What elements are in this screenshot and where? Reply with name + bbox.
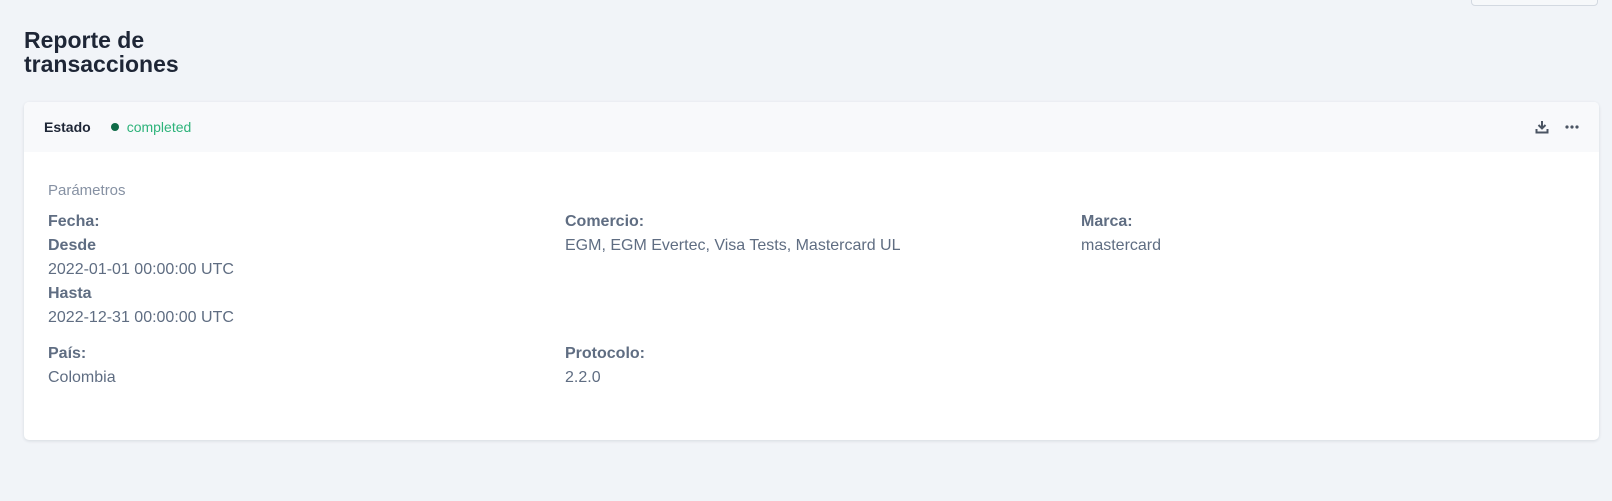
status-value: completed — [126, 119, 192, 135]
protocolo-value: 2.2.0 — [565, 369, 601, 386]
header-actions — [1533, 102, 1581, 152]
hasta-value: 2022-12-31 00:00:00 UTC — [48, 309, 234, 326]
fecha-label: Fecha: — [48, 213, 100, 230]
parameters-section-title: Parámetros — [48, 182, 126, 199]
status-dot-icon — [110, 123, 119, 131]
marca-label: Marca: — [1081, 213, 1133, 230]
status-label: Estado — [44, 119, 91, 135]
desde-label: Desde — [48, 237, 97, 254]
download-icon[interactable] — [1533, 118, 1551, 136]
comercio-label: Comercio: — [565, 213, 645, 230]
pais-label: País: — [48, 345, 87, 362]
param-protocolo: Protocolo: 2.2.0 — [565, 342, 645, 390]
card-body: Parámetros — [24, 152, 1599, 199]
comercio-value: EGM, EGM Evertec, Visa Tests, Mastercard… — [565, 237, 901, 254]
card-header: Estado completed — [24, 102, 1599, 152]
more-horizontal-icon[interactable] — [1563, 118, 1581, 136]
hasta-label: Hasta — [48, 285, 92, 302]
top-action-button[interactable] — [1471, 0, 1598, 6]
param-pais: País: Colombia — [48, 342, 116, 390]
protocolo-label: Protocolo: — [565, 345, 645, 362]
param-comercio: Comercio: EGM, EGM Evertec, Visa Tests, … — [565, 210, 901, 258]
report-card: Estado completed Parámetros Fecha: Desde… — [24, 102, 1599, 440]
report-page: Reporte de transacciones Estado complete… — [0, 0, 1612, 501]
pais-value: Colombia — [48, 369, 116, 386]
desde-value: 2022-01-01 00:00:00 UTC — [48, 261, 234, 278]
param-fecha: Fecha: Desde 2022-01-01 00:00:00 UTC Has… — [48, 210, 234, 330]
param-marca: Marca: mastercard — [1081, 210, 1161, 258]
page-title: Reporte de transacciones — [24, 27, 179, 77]
marca-value: mastercard — [1081, 237, 1162, 254]
status-badge: completed — [110, 119, 192, 135]
